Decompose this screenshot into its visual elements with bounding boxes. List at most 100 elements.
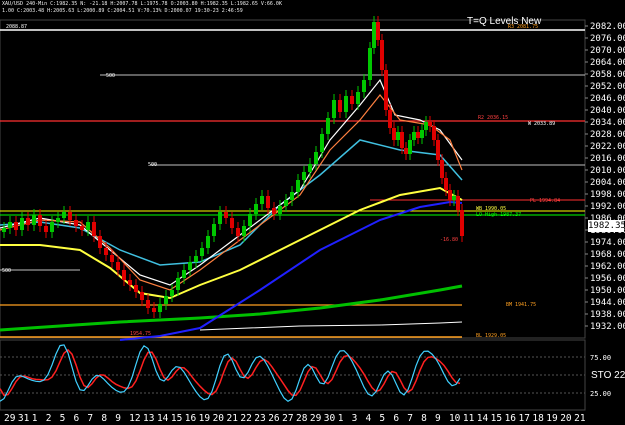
date-tick-label: 9: [435, 413, 441, 424]
candle-body: [230, 218, 234, 228]
price-tick-label: 2028.00: [590, 130, 625, 140]
candle-body: [440, 160, 444, 178]
candle-body: [176, 278, 180, 290]
price-tick-label: 2052.00: [590, 82, 625, 92]
price-tick-label: 1944.00: [590, 298, 625, 308]
price-tick-label: 2076.00: [590, 34, 625, 44]
date-tick-label: 14: [477, 413, 489, 424]
price-tick-label: 2022.00: [590, 142, 625, 152]
candle-body: [140, 292, 144, 300]
price-tick-label: 2082.00: [590, 22, 625, 32]
level-label-500-c: 500: [2, 268, 11, 274]
price-tick-label: 2016.00: [590, 154, 625, 164]
candle-body: [200, 248, 204, 256]
candle-body: [164, 296, 168, 304]
candle-body: [444, 178, 448, 190]
candle-body: [368, 48, 372, 80]
date-tick-label: 20: [213, 413, 225, 424]
header-indicator-line: 1.00 C:2003.48 H:2005.63 L:2000.89 C:200…: [2, 8, 243, 14]
candle-body: [424, 122, 428, 130]
candle-body: [350, 96, 354, 104]
date-tick-label: 15: [171, 413, 182, 424]
price-tick-label: 2034.00: [590, 118, 625, 128]
candle-body: [412, 132, 416, 140]
level-label-lo: LO High 1987.37: [476, 212, 521, 218]
candle-body: [362, 80, 366, 92]
candle-body: [248, 214, 252, 226]
candle-body: [128, 280, 132, 285]
header-quote-line: XAU/USD 240-Min C:1982.35 N: -21.18 H:20…: [2, 1, 282, 7]
date-tick-label: 1: [338, 413, 344, 424]
price-tick-label: 1998.00: [590, 190, 625, 200]
candle-body: [8, 222, 12, 228]
date-tick-label: 16: [185, 413, 197, 424]
date-tick-label: 7: [87, 413, 93, 424]
date-tick-label: 4: [366, 413, 372, 424]
level-label-s1: BM 1941.75: [506, 302, 536, 308]
date-tick-label: 9: [115, 413, 121, 424]
date-tick-label: 26: [268, 413, 280, 424]
price-tick-label: 2046.00: [590, 94, 625, 104]
candle-body: [452, 196, 456, 200]
candle-body: [44, 226, 48, 232]
candle-body: [224, 212, 228, 218]
candle-body: [284, 200, 288, 206]
date-tick-label: 12: [129, 413, 140, 424]
candle-body: [80, 226, 84, 230]
candle-body: [170, 290, 174, 296]
level-label-top: 2088.87: [6, 24, 27, 30]
candle-body: [396, 132, 400, 140]
candle-body: [388, 110, 392, 128]
candle-body: [356, 92, 360, 104]
date-tick-label: 29: [4, 413, 16, 424]
current-price-marker: 1982.35: [588, 220, 625, 232]
level-label-500-b: 500: [148, 162, 157, 168]
candle-body: [146, 300, 150, 308]
candle-body: [32, 215, 36, 225]
candle-body: [384, 70, 388, 110]
candle-body: [338, 100, 342, 112]
candle-body: [206, 236, 210, 248]
candle-body: [320, 134, 324, 152]
candle-body: [98, 236, 102, 248]
candle-body: [212, 224, 216, 236]
candle-body: [400, 132, 404, 148]
price-tick-label: 1956.00: [590, 274, 625, 284]
level-label-r2: R2 2036.15: [478, 115, 508, 121]
date-tick-label: 3: [352, 413, 358, 424]
date-tick-label: 5: [60, 413, 66, 424]
date-tick-label: 7: [407, 413, 413, 424]
candle-body: [20, 218, 24, 230]
date-tick-label: 16: [505, 413, 517, 424]
candle-body: [236, 228, 240, 236]
candle-body: [158, 304, 162, 312]
candle-body: [404, 148, 408, 154]
candle-body: [460, 210, 464, 236]
candle-body: [122, 270, 126, 280]
date-tick-label: 23: [254, 413, 265, 424]
date-tick-label: 28: [296, 413, 308, 424]
candle-body: [74, 220, 78, 226]
candle-body: [86, 222, 90, 230]
candle-body: [188, 262, 192, 270]
candle-body: [278, 206, 282, 214]
candle-body: [56, 218, 60, 222]
date-tick-label: 6: [393, 413, 399, 424]
candle-body: [242, 226, 246, 236]
candle-body: [152, 308, 156, 312]
price-tick-label: 1992.00: [590, 202, 625, 212]
date-tick-label: 22: [240, 413, 251, 424]
candle-body: [92, 222, 96, 236]
candle-body: [332, 100, 336, 118]
price-tick-label: 2004.00: [590, 178, 625, 188]
candle-body: [50, 222, 54, 232]
candle-body: [326, 118, 330, 134]
price-tick-label: 1938.00: [590, 310, 625, 320]
level-label-change: -16.80: [440, 237, 458, 243]
price-chart[interactable]: 2088.87 R3 2081.75 R2 2036.15 W 2033.89 …: [0, 0, 625, 425]
candle-body: [266, 196, 270, 208]
date-tick-label: 19: [199, 413, 211, 424]
candle-body: [344, 96, 348, 112]
date-tick-label: 21: [226, 413, 238, 424]
level-label-s2: BL 1929.05: [476, 333, 506, 339]
